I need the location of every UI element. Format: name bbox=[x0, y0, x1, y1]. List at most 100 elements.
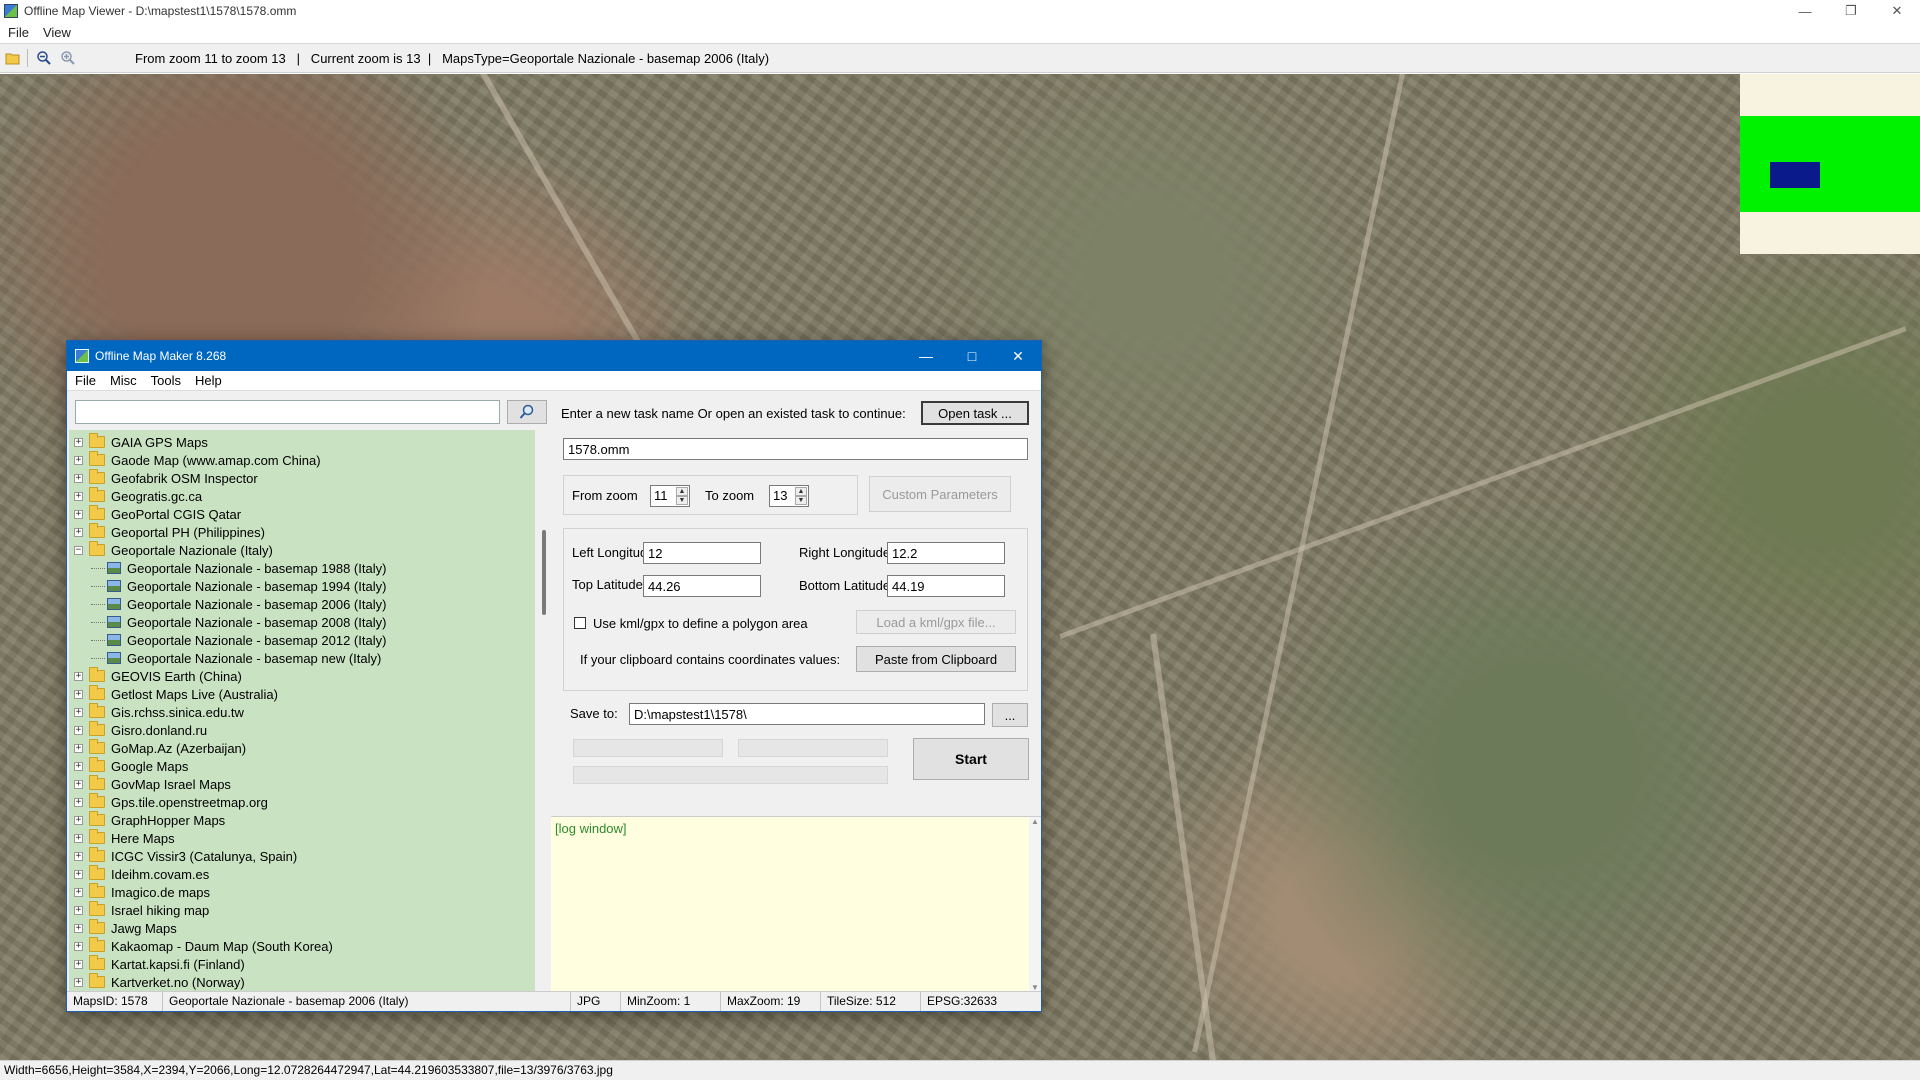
load-kml-button[interactable]: Load a kml/gpx file... bbox=[856, 610, 1016, 634]
tree-folder-item[interactable]: + Gps.tile.openstreetmap.org bbox=[69, 793, 535, 811]
minimap-viewport[interactable] bbox=[1770, 162, 1820, 188]
spin-up-icon[interactable]: ▲ bbox=[795, 487, 807, 496]
tree-folder-item[interactable]: + Gaode Map (www.amap.com China) bbox=[69, 451, 535, 469]
expand-icon[interactable]: + bbox=[74, 437, 83, 447]
tree-folder-item[interactable]: + Kartverket.no (Norway) bbox=[69, 973, 535, 991]
scrollbar-thumb[interactable] bbox=[542, 530, 546, 615]
tree-folder-item[interactable]: − Geoportale Nazionale (Italy) bbox=[69, 541, 535, 559]
tree-folder-item[interactable]: + Here Maps bbox=[69, 829, 535, 847]
tree-folder-item[interactable]: + Kartat.kapsi.fi (Finland) bbox=[69, 955, 535, 973]
restore-icon[interactable]: ❐ bbox=[1828, 0, 1874, 22]
tree-map-item[interactable]: Geoportale Nazionale - basemap 2006 (Ita… bbox=[69, 595, 535, 613]
expand-icon[interactable]: + bbox=[74, 941, 83, 951]
tree-folder-item[interactable]: + Geogratis.gc.ca bbox=[69, 487, 535, 505]
right-longitude-field[interactable] bbox=[887, 542, 1005, 564]
expand-icon[interactable]: + bbox=[74, 455, 83, 465]
tree-folder-item[interactable]: + ICGC Vissir3 (Catalunya, Spain) bbox=[69, 847, 535, 865]
tree-folder-item[interactable]: + Gisro.donland.ru bbox=[69, 721, 535, 739]
menu-file[interactable]: File bbox=[8, 25, 29, 40]
expand-icon[interactable]: + bbox=[74, 671, 83, 681]
expand-icon[interactable]: + bbox=[74, 797, 83, 807]
to-zoom-stepper[interactable]: 13 ▲ ▼ bbox=[769, 485, 809, 507]
expand-icon[interactable]: + bbox=[74, 743, 83, 753]
tree-folder-item[interactable]: + Ideihm.covam.es bbox=[69, 865, 535, 883]
expand-icon[interactable]: + bbox=[74, 923, 83, 933]
search-button[interactable] bbox=[507, 400, 547, 424]
spin-down-icon[interactable]: ▼ bbox=[795, 496, 807, 505]
menu-file[interactable]: File bbox=[75, 373, 96, 388]
expand-icon[interactable]: + bbox=[74, 815, 83, 825]
zoom-in-icon[interactable] bbox=[57, 47, 79, 69]
kml-checkbox[interactable] bbox=[574, 617, 586, 629]
tree-folder-item[interactable]: + Imagico.de maps bbox=[69, 883, 535, 901]
map-source-tree[interactable]: + GAIA GPS Maps + Gaode Map (www.amap.com C… bbox=[69, 430, 535, 991]
open-folder-icon[interactable] bbox=[2, 47, 24, 69]
log-scrollbar[interactable]: ▲ ▼ bbox=[1029, 817, 1041, 992]
tree-scrollbar[interactable] bbox=[539, 430, 549, 991]
top-latitude-field[interactable] bbox=[643, 575, 761, 597]
expand-icon[interactable]: + bbox=[74, 509, 83, 519]
expand-icon[interactable]: + bbox=[74, 761, 83, 771]
close-icon[interactable]: ✕ bbox=[1874, 0, 1920, 22]
expand-icon[interactable]: + bbox=[74, 905, 83, 915]
menu-view[interactable]: View bbox=[43, 25, 71, 40]
maximize-icon[interactable]: □ bbox=[949, 341, 995, 371]
tree-map-item[interactable]: Geoportale Nazionale - basemap 1994 (Ita… bbox=[69, 577, 535, 595]
custom-parameters-button[interactable]: Custom Parameters bbox=[869, 476, 1011, 512]
bottom-latitude-field[interactable] bbox=[887, 575, 1005, 597]
collapse-icon[interactable]: − bbox=[74, 545, 83, 555]
tree-map-item[interactable]: Geoportale Nazionale - basemap new (Ital… bbox=[69, 649, 535, 667]
tree-folder-item[interactable]: + Getlost Maps Live (Australia) bbox=[69, 685, 535, 703]
expand-icon[interactable]: + bbox=[74, 473, 83, 483]
expand-icon[interactable]: + bbox=[74, 779, 83, 789]
from-zoom-stepper[interactable]: 11 ▲ ▼ bbox=[650, 485, 690, 507]
expand-icon[interactable]: + bbox=[74, 851, 83, 861]
search-input[interactable] bbox=[75, 400, 500, 424]
close-icon[interactable]: ✕ bbox=[995, 341, 1041, 371]
tree-folder-item[interactable]: + GEOVIS Earth (China) bbox=[69, 667, 535, 685]
overview-minimap[interactable] bbox=[1740, 74, 1920, 254]
expand-icon[interactable]: + bbox=[74, 977, 83, 987]
start-button[interactable]: Start bbox=[913, 738, 1029, 780]
tree-folder-item[interactable]: + Jawg Maps bbox=[69, 919, 535, 937]
open-task-button[interactable]: Open task ... bbox=[921, 401, 1029, 425]
tree-folder-item[interactable]: + Google Maps bbox=[69, 757, 535, 775]
expand-icon[interactable]: + bbox=[74, 707, 83, 717]
minimize-icon[interactable]: — bbox=[1782, 0, 1828, 22]
save-to-field[interactable] bbox=[629, 703, 985, 725]
tree-folder-item[interactable]: + GeoPortal CGIS Qatar bbox=[69, 505, 535, 523]
tree-map-item[interactable]: Geoportale Nazionale - basemap 1988 (Ita… bbox=[69, 559, 535, 577]
browse-button[interactable]: ... bbox=[992, 703, 1028, 727]
tree-map-item[interactable]: Geoportale Nazionale - basemap 2008 (Ita… bbox=[69, 613, 535, 631]
log-window[interactable]: [log window] ▲ ▼ bbox=[551, 816, 1041, 992]
tree-folder-item[interactable]: + Kakaomap - Daum Map (South Korea) bbox=[69, 937, 535, 955]
tree-folder-item[interactable]: + Israel hiking map bbox=[69, 901, 535, 919]
scroll-up-icon[interactable]: ▲ bbox=[1029, 817, 1041, 826]
expand-icon[interactable]: + bbox=[74, 725, 83, 735]
expand-icon[interactable]: + bbox=[74, 959, 83, 969]
tree-folder-item[interactable]: + GoMap.Az (Azerbaijan) bbox=[69, 739, 535, 757]
tree-map-item[interactable]: Geoportale Nazionale - basemap 2012 (Ita… bbox=[69, 631, 535, 649]
expand-icon[interactable]: + bbox=[74, 869, 83, 879]
expand-icon[interactable]: + bbox=[74, 527, 83, 537]
menu-help[interactable]: Help bbox=[195, 373, 222, 388]
task-name-field[interactable] bbox=[563, 438, 1028, 460]
expand-icon[interactable]: + bbox=[74, 689, 83, 699]
spin-down-icon[interactable]: ▼ bbox=[676, 496, 688, 505]
zoom-out-icon[interactable] bbox=[33, 47, 55, 69]
tree-folder-item[interactable]: + Geofabrik OSM Inspector bbox=[69, 469, 535, 487]
tree-folder-item[interactable]: + GAIA GPS Maps bbox=[69, 433, 535, 451]
tree-folder-item[interactable]: + GovMap Israel Maps bbox=[69, 775, 535, 793]
spin-up-icon[interactable]: ▲ bbox=[676, 487, 688, 496]
tree-folder-item[interactable]: + Gis.rchss.sinica.edu.tw bbox=[69, 703, 535, 721]
tree-folder-item[interactable]: + Geoportal PH (Philippines) bbox=[69, 523, 535, 541]
paste-from-clipboard-button[interactable]: Paste from Clipboard bbox=[856, 646, 1016, 672]
menu-tools[interactable]: Tools bbox=[151, 373, 181, 388]
left-longitude-field[interactable] bbox=[643, 542, 761, 564]
tree-folder-item[interactable]: + GraphHopper Maps bbox=[69, 811, 535, 829]
minimize-icon[interactable]: — bbox=[903, 341, 949, 371]
expand-icon[interactable]: + bbox=[74, 833, 83, 843]
expand-icon[interactable]: + bbox=[74, 491, 83, 501]
expand-icon[interactable]: + bbox=[74, 887, 83, 897]
menu-misc[interactable]: Misc bbox=[110, 373, 137, 388]
